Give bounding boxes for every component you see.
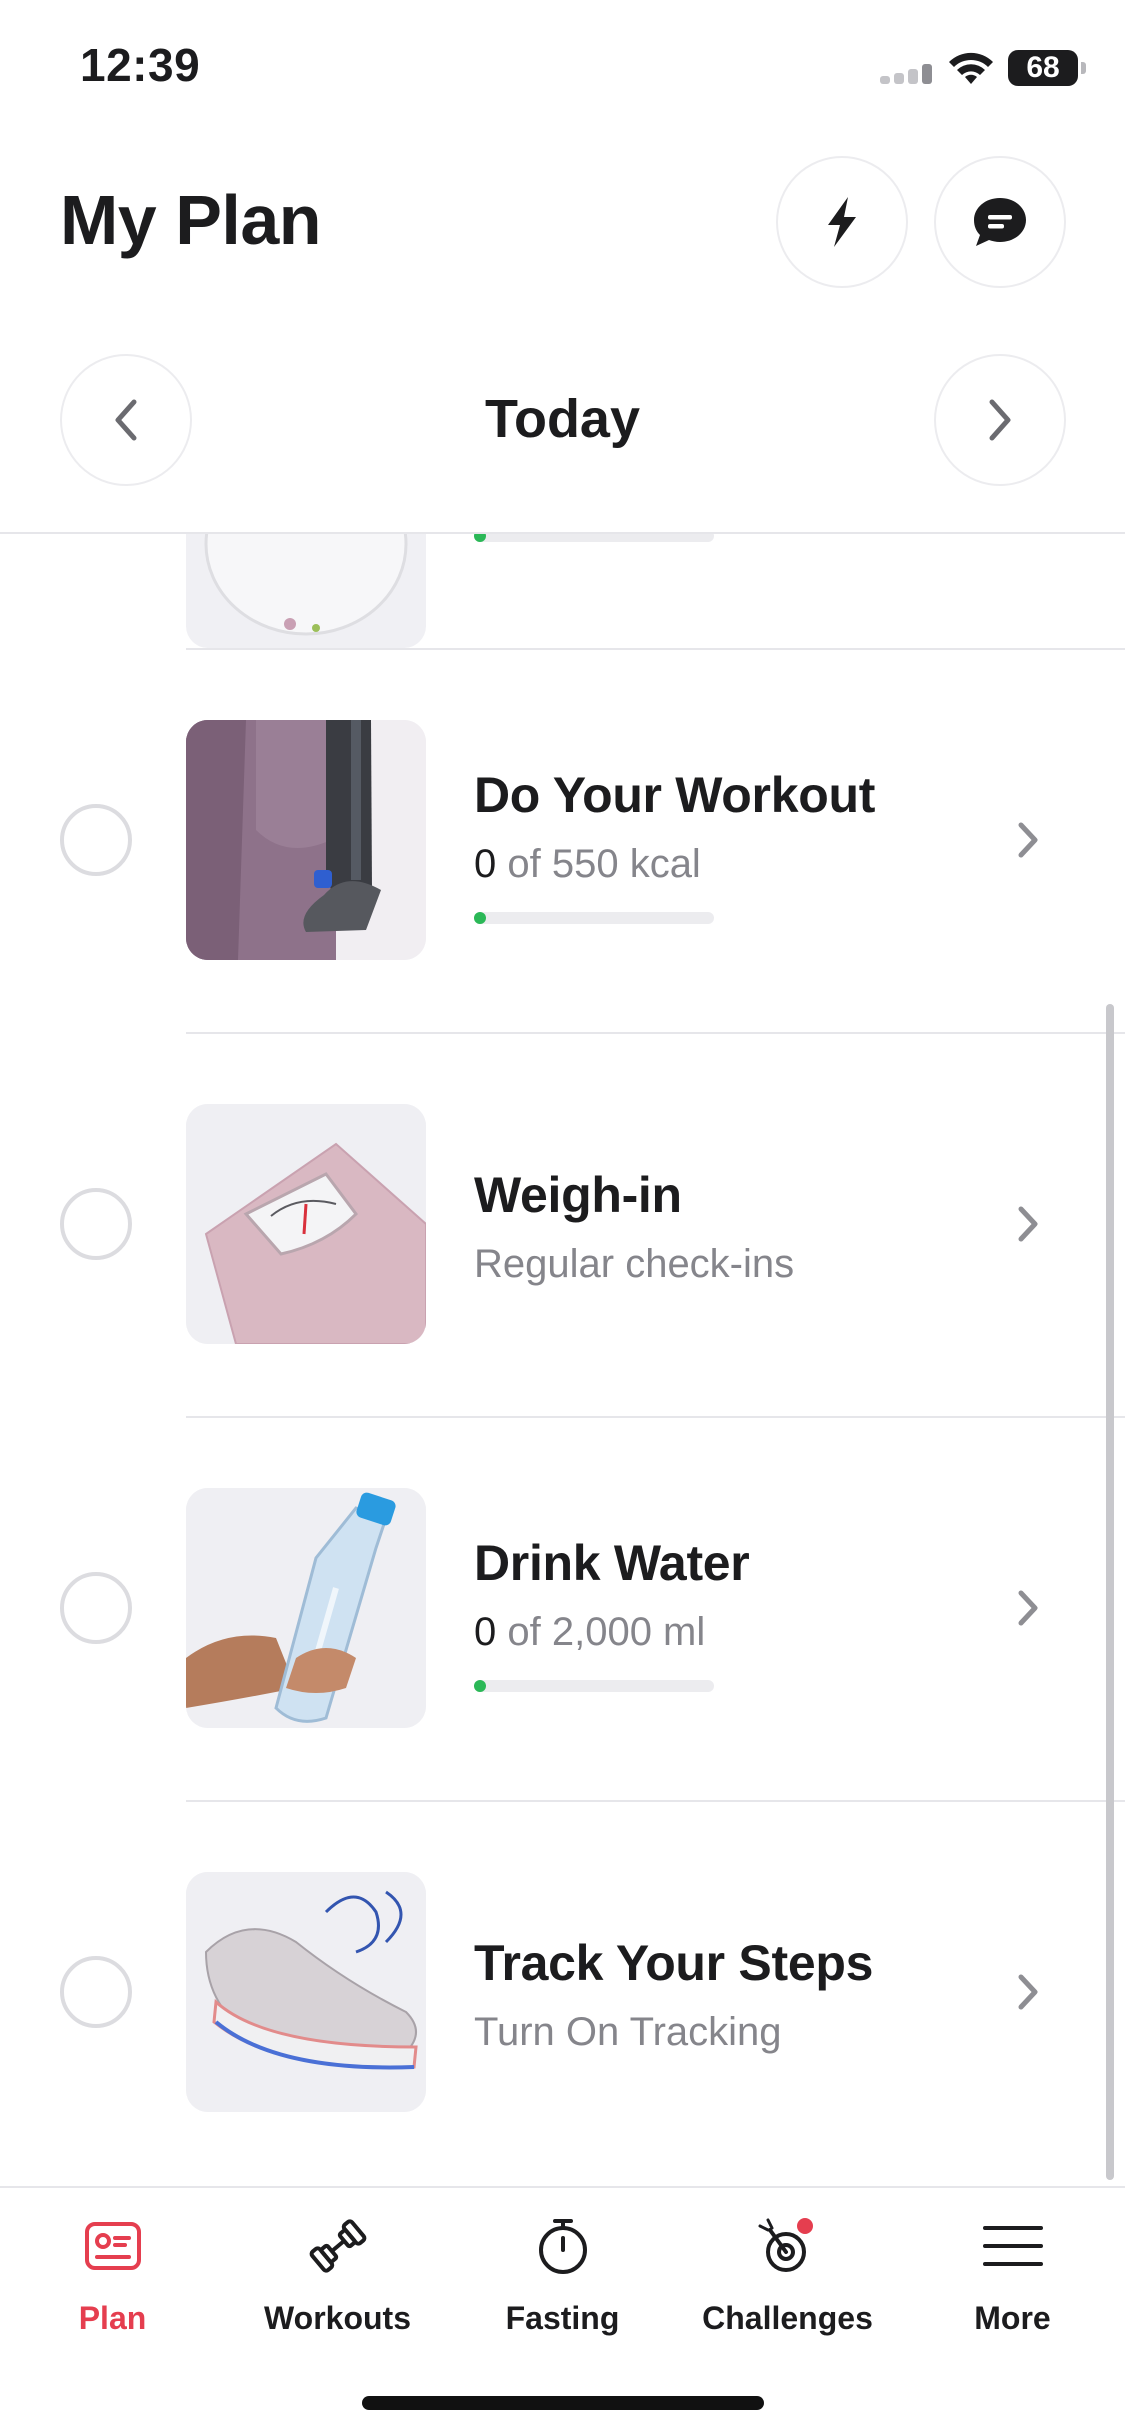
- status-time: 12:39: [80, 39, 201, 91]
- task-list[interactable]: Do Your Workout 0 of 550 kcal Weigh-in R…: [0, 534, 1125, 2186]
- next-day-button[interactable]: [934, 354, 1066, 486]
- task-row-drink-water[interactable]: Drink Water 0 of 2,000 ml: [0, 1416, 1125, 1800]
- water-bottle-image: [186, 1488, 426, 1728]
- meal-plate-image: [186, 534, 426, 648]
- row-divider: [186, 1800, 1125, 1802]
- task-row-weigh-in[interactable]: Weigh-in Regular check-ins: [0, 1032, 1125, 1416]
- wifi-icon: [949, 52, 993, 84]
- tab-plan[interactable]: Plan: [0, 2214, 225, 2354]
- tab-challenges[interactable]: Challenges: [675, 2214, 900, 2354]
- dumbbell-icon: [309, 2219, 366, 2273]
- task-subtitle: Turn On Tracking: [474, 2010, 782, 2054]
- chevron-right-icon: [1018, 1590, 1038, 1626]
- chevron-right-icon: [1018, 1206, 1038, 1242]
- partial-task-row[interactable]: [0, 534, 1125, 648]
- task-target-text: of 2,000 ml: [496, 1610, 706, 1654]
- notification-dot: [796, 2218, 813, 2234]
- task-row-workout[interactable]: Do Your Workout 0 of 550 kcal: [0, 648, 1125, 1032]
- status-bar: 12:39 68: [0, 0, 1125, 140]
- task-progress-bar: [474, 912, 714, 924]
- chevron-right-icon: [1018, 822, 1038, 858]
- task-current-value: 0: [474, 842, 497, 886]
- row-divider: [186, 648, 1125, 650]
- plan-icon: [84, 2222, 141, 2270]
- list-scrollbar[interactable]: [1106, 1004, 1114, 2180]
- row-divider: [186, 1416, 1125, 1418]
- chevron-right-icon: [1018, 1974, 1038, 2010]
- page-title: My Plan: [60, 181, 322, 259]
- task-checkbox[interactable]: [60, 1572, 132, 1644]
- lightning-icon: [828, 197, 856, 247]
- task-progress-bar: [474, 1680, 714, 1692]
- task-title: Weigh-in: [474, 1167, 682, 1223]
- cellular-signal-icon: [880, 62, 934, 84]
- weighing-scale-image: [186, 1104, 426, 1344]
- sneaker-image: [186, 1872, 426, 2112]
- tab-label: Plan: [78, 2300, 147, 2336]
- quick-actions-button[interactable]: [776, 156, 908, 288]
- workout-image: [186, 720, 426, 960]
- partial-progress-bar: [474, 534, 714, 542]
- task-checkbox[interactable]: [60, 804, 132, 876]
- tab-more[interactable]: More: [900, 2214, 1125, 2354]
- task-checkbox[interactable]: [60, 1956, 132, 2028]
- chat-button[interactable]: [934, 156, 1066, 288]
- task-title: Do Your Workout: [474, 767, 876, 823]
- chevron-right-icon: [989, 399, 1011, 441]
- task-subtitle: 0 of 550 kcal: [474, 842, 701, 887]
- tab-fasting[interactable]: Fasting: [450, 2214, 675, 2354]
- menu-icon: [982, 2226, 1043, 2266]
- task-subtitle: Regular check-ins: [474, 1242, 795, 1286]
- task-title: Track Your Steps: [474, 1935, 874, 1991]
- tab-label: Fasting: [505, 2300, 620, 2336]
- task-checkbox[interactable]: [60, 1188, 132, 1260]
- target-icon: [758, 2218, 813, 2272]
- tab-label: Workouts: [264, 2300, 411, 2336]
- tab-workouts[interactable]: Workouts: [225, 2214, 450, 2354]
- task-target-text: of 550 kcal: [496, 842, 701, 886]
- task-current-value: 0: [474, 1610, 497, 1654]
- task-title: Drink Water: [474, 1535, 750, 1591]
- task-row-track-steps[interactable]: Track Your Steps Turn On Tracking: [0, 1800, 1125, 2184]
- tab-label: More: [974, 2300, 1051, 2336]
- row-divider: [186, 1032, 1125, 1034]
- stopwatch-icon: [538, 2219, 587, 2274]
- home-indicator[interactable]: [362, 2396, 764, 2410]
- chat-bubble-icon: [974, 198, 1026, 246]
- battery-indicator: 68: [1008, 50, 1086, 86]
- tab-label: Challenges: [702, 2300, 873, 2336]
- task-subtitle: 0 of 2,000 ml: [474, 1610, 705, 1655]
